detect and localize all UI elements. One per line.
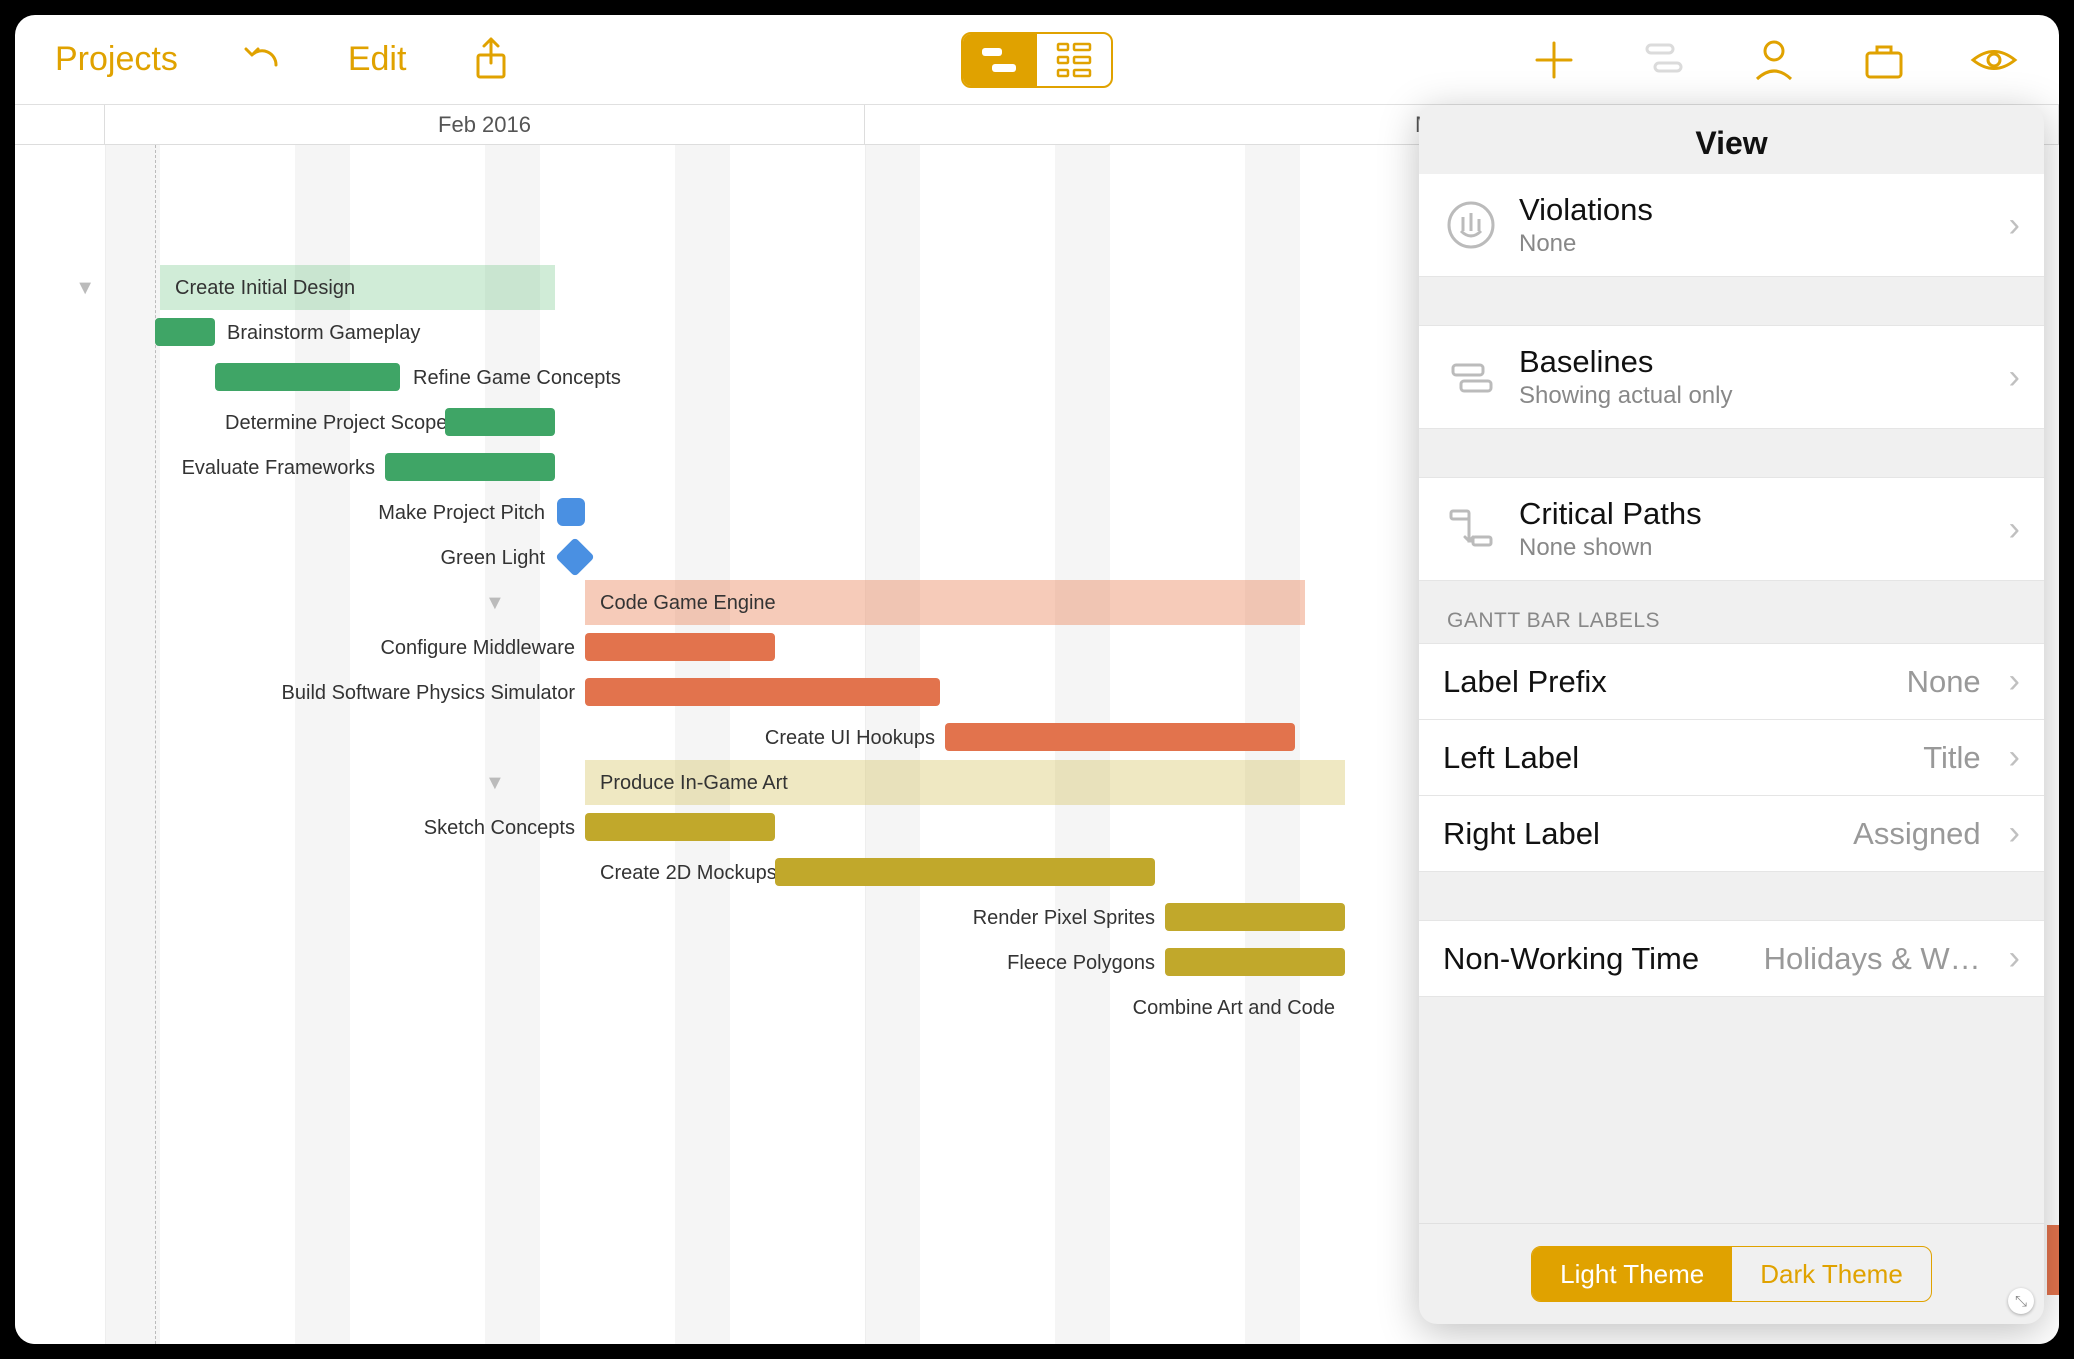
task-bar[interactable] <box>585 633 775 661</box>
gantt-view-icon[interactable] <box>963 34 1037 86</box>
label-prefix-row[interactable]: Label Prefix None › <box>1419 643 2044 720</box>
row-title: Label Prefix <box>1443 664 1607 700</box>
disclosure-icon[interactable]: ▼ <box>485 772 515 795</box>
row-subtitle: None shown <box>1519 534 1981 562</box>
task-bar[interactable] <box>945 723 1295 751</box>
dark-theme-button[interactable]: Dark Theme <box>1732 1247 1931 1301</box>
task-bar-offscreen <box>2047 1225 2059 1295</box>
critical-paths-row[interactable]: Critical Paths None shown › <box>1419 477 2044 581</box>
toolbar: Projects Edit <box>15 15 2059 105</box>
chevron-right-icon: › <box>2009 510 2020 549</box>
row-value: Title <box>1923 740 1980 776</box>
critical-path-icon <box>1443 501 1499 557</box>
disclosure-icon[interactable]: ▼ <box>15 277 105 300</box>
task-label: Create UI Hookups <box>735 727 935 750</box>
task-bar[interactable] <box>585 678 940 706</box>
task-bar[interactable] <box>775 858 1155 886</box>
task-label: Determine Project Scope <box>225 412 435 435</box>
row-value: Assigned <box>1853 816 1981 852</box>
task-label: Fleece Polygons <box>965 952 1155 975</box>
task-label: Make Project Pitch <box>375 502 545 525</box>
undo-icon[interactable] <box>238 35 288 85</box>
row-value: None <box>1907 664 1981 700</box>
hand-icon <box>1443 197 1499 253</box>
chevron-right-icon: › <box>2009 206 2020 245</box>
row-title: Violations <box>1519 192 1981 228</box>
task-label: Green Light <box>415 547 545 570</box>
task-bar[interactable] <box>1165 948 1345 976</box>
violations-row[interactable]: Violations None › <box>1419 174 2044 277</box>
right-label-row[interactable]: Right Label Assigned › <box>1419 796 2044 872</box>
task-bar[interactable] <box>1165 903 1345 931</box>
task-label: Render Pixel Sprites <box>965 907 1155 930</box>
milestone[interactable] <box>555 537 595 577</box>
edit-button[interactable]: Edit <box>348 40 407 79</box>
task-label: Create Initial Design <box>175 277 355 300</box>
task-label: Combine Art and Code <box>1125 997 1335 1020</box>
theme-segmented[interactable]: Light Theme Dark Theme <box>1531 1246 1932 1302</box>
eye-icon[interactable] <box>1969 35 2019 85</box>
row-subtitle: None <box>1519 230 1981 258</box>
row-title: Left Label <box>1443 740 1579 776</box>
baselines-row[interactable]: Baselines Showing actual only › <box>1419 325 2044 429</box>
projects-button[interactable]: Projects <box>55 40 178 79</box>
section-header: GANTT BAR LABELS <box>1419 581 2044 643</box>
row-title: Critical Paths <box>1519 496 1981 532</box>
outline-view-icon[interactable] <box>1037 34 1111 86</box>
task-bar[interactable] <box>585 813 775 841</box>
disclosure-icon[interactable]: ▼ <box>485 592 515 615</box>
row-value: Holidays & W… <box>1764 941 1981 977</box>
month-label: Feb 2016 <box>105 105 865 144</box>
add-icon[interactable] <box>1529 35 1579 85</box>
task-label: Refine Game Concepts <box>413 367 621 390</box>
light-theme-button[interactable]: Light Theme <box>1532 1247 1732 1301</box>
chevron-right-icon: › <box>2009 738 2020 777</box>
share-icon[interactable] <box>466 35 516 85</box>
task-label: Produce In-Game Art <box>600 772 788 795</box>
task-label: Build Software Physics Simulator <box>265 682 575 705</box>
tasks-icon[interactable] <box>1639 35 1689 85</box>
popover-title: View <box>1419 105 2044 174</box>
row-title: Right Label <box>1443 816 1600 852</box>
chevron-right-icon: › <box>2009 358 2020 397</box>
view-mode-segmented[interactable] <box>961 32 1113 88</box>
task-label: Brainstorm Gameplay <box>227 322 420 345</box>
task-bar[interactable] <box>385 453 555 481</box>
left-label-row[interactable]: Left Label Title › <box>1419 720 2044 796</box>
row-title: Baselines <box>1519 344 1981 380</box>
task-label: Configure Middleware <box>365 637 575 660</box>
briefcase-icon[interactable] <box>1859 35 1909 85</box>
view-popover: View Violations None › Baselines <box>1419 105 2044 1324</box>
task-bar[interactable] <box>155 318 215 346</box>
person-icon[interactable] <box>1749 35 1799 85</box>
task-label: Create 2D Mockups <box>600 862 777 885</box>
chevron-right-icon: › <box>2009 662 2020 701</box>
resize-handle-icon[interactable]: ⤡ <box>2008 1288 2034 1314</box>
task-bar[interactable] <box>215 363 400 391</box>
task-bar[interactable] <box>445 408 555 436</box>
row-title: Non-Working Time <box>1443 941 1699 977</box>
non-working-time-row[interactable]: Non-Working Time Holidays & W… › <box>1419 920 2044 997</box>
chevron-right-icon: › <box>2009 939 2020 978</box>
baselines-icon <box>1443 349 1499 405</box>
task-label: Code Game Engine <box>600 592 776 615</box>
task-label: Sketch Concepts <box>405 817 575 840</box>
chevron-right-icon: › <box>2009 814 2020 853</box>
milestone[interactable] <box>557 498 585 526</box>
row-subtitle: Showing actual only <box>1519 382 1981 410</box>
task-label: Evaluate Frameworks <box>175 457 375 480</box>
